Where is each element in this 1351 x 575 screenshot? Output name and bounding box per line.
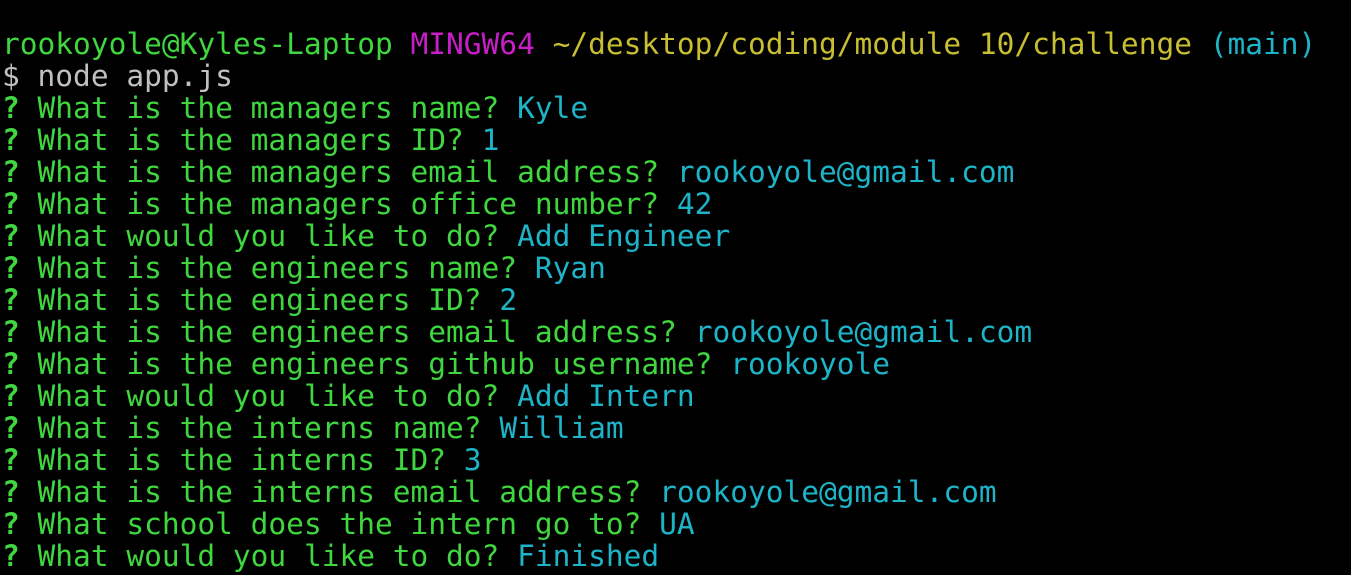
qa-line: ? What would you like to do? Finished: [0, 540, 1351, 572]
answer-text: rookoyole@gmail.com: [659, 475, 997, 509]
answer-text: Kyle: [517, 91, 589, 125]
question-text: What is the managers ID?: [37, 123, 464, 157]
question-text: What is the interns ID?: [37, 443, 447, 477]
answer-text: William: [499, 411, 624, 445]
qa-line: ? What is the engineers email address? r…: [0, 316, 1351, 348]
question-marker: ?: [2, 187, 20, 221]
question-text: What is the managers office number?: [37, 187, 660, 221]
question-text: What is the managers email address?: [37, 155, 660, 189]
answer-text: rookoyole@gmail.com: [676, 155, 1015, 189]
answer-text: rookoyole@gmail.com: [694, 315, 1033, 349]
command-text: node app.js: [37, 59, 233, 93]
question-marker: ?: [2, 91, 20, 125]
question-marker: ?: [2, 507, 20, 541]
command-symbol: $: [2, 59, 20, 93]
qa-line: ? What school does the intern go to? UA: [0, 508, 1351, 540]
qa-line: ? What is the managers office number? 42: [0, 188, 1351, 220]
qa-line: ? What would you like to do? Add Intern: [0, 380, 1351, 412]
question-text: What would you like to do?: [37, 539, 500, 573]
answer-text: Add Engineer: [517, 219, 731, 253]
question-text: What is the engineers name?: [37, 251, 518, 285]
question-text: What is the interns email address?: [37, 475, 642, 509]
answer-text: 1: [481, 123, 500, 157]
answer-text: UA: [659, 507, 695, 541]
answer-text: rookoyole: [730, 347, 891, 381]
prompt-user-host: rookoyole@Kyles-Laptop: [2, 27, 393, 61]
answer-text: 42: [676, 187, 713, 221]
question-marker: ?: [2, 155, 20, 189]
qa-line: ? What is the interns email address? roo…: [0, 476, 1351, 508]
answer-text: 2: [499, 283, 518, 317]
prompt-system: MINGW64: [410, 27, 535, 61]
question-text: What school does the intern go to?: [37, 507, 642, 541]
question-text: What is the interns name?: [37, 411, 482, 445]
question-text: What would you like to do?: [37, 219, 500, 253]
answer-text: Add Intern: [517, 379, 695, 413]
prompt-line: rookoyole@Kyles-Laptop MINGW64 ~/desktop…: [0, 28, 1351, 60]
qa-line: ? What would you like to do? Add Enginee…: [0, 220, 1351, 252]
question-marker: ?: [2, 411, 20, 445]
qa-line: ? What is the engineers name? Ryan: [0, 252, 1351, 284]
question-marker: ?: [2, 443, 20, 477]
question-text: What is the engineers ID?: [37, 283, 482, 317]
answer-text: 3: [463, 443, 482, 477]
question-marker: ?: [2, 251, 20, 285]
question-text: What is the engineers github username?: [37, 347, 713, 381]
question-marker: ?: [2, 283, 20, 317]
question-marker: ?: [2, 219, 20, 253]
qa-line: ? What is the interns name? William: [0, 412, 1351, 444]
qa-line: ? What is the engineers ID? 2: [0, 284, 1351, 316]
question-text: What is the engineers email address?: [37, 315, 677, 349]
question-marker: ?: [2, 539, 20, 573]
question-marker: ?: [2, 475, 20, 509]
terminal-window[interactable]: rookoyole@Kyles-Laptop MINGW64 ~/desktop…: [0, 0, 1351, 575]
qa-line: ? What is the interns ID? 3: [0, 444, 1351, 476]
qa-line: ? What is the engineers github username?…: [0, 348, 1351, 380]
question-text: What would you like to do?: [37, 379, 500, 413]
answer-text: Ryan: [534, 251, 606, 285]
answer-text: Finished: [517, 539, 660, 573]
question-marker: ?: [2, 379, 20, 413]
qa-line: ? What is the managers email address? ro…: [0, 156, 1351, 188]
question-marker: ?: [2, 347, 20, 381]
prompt-path: ~/desktop/coding/module 10/challenge: [552, 27, 1192, 61]
question-marker: ?: [2, 315, 20, 349]
prompt-branch: (main): [1209, 27, 1317, 61]
qa-line: ? What is the managers name? Kyle: [0, 92, 1351, 124]
question-marker: ?: [2, 123, 20, 157]
qa-line: ? What is the managers ID? 1: [0, 124, 1351, 156]
question-text: What is the managers name?: [37, 91, 500, 125]
command-line: $ node app.js: [0, 60, 1351, 92]
